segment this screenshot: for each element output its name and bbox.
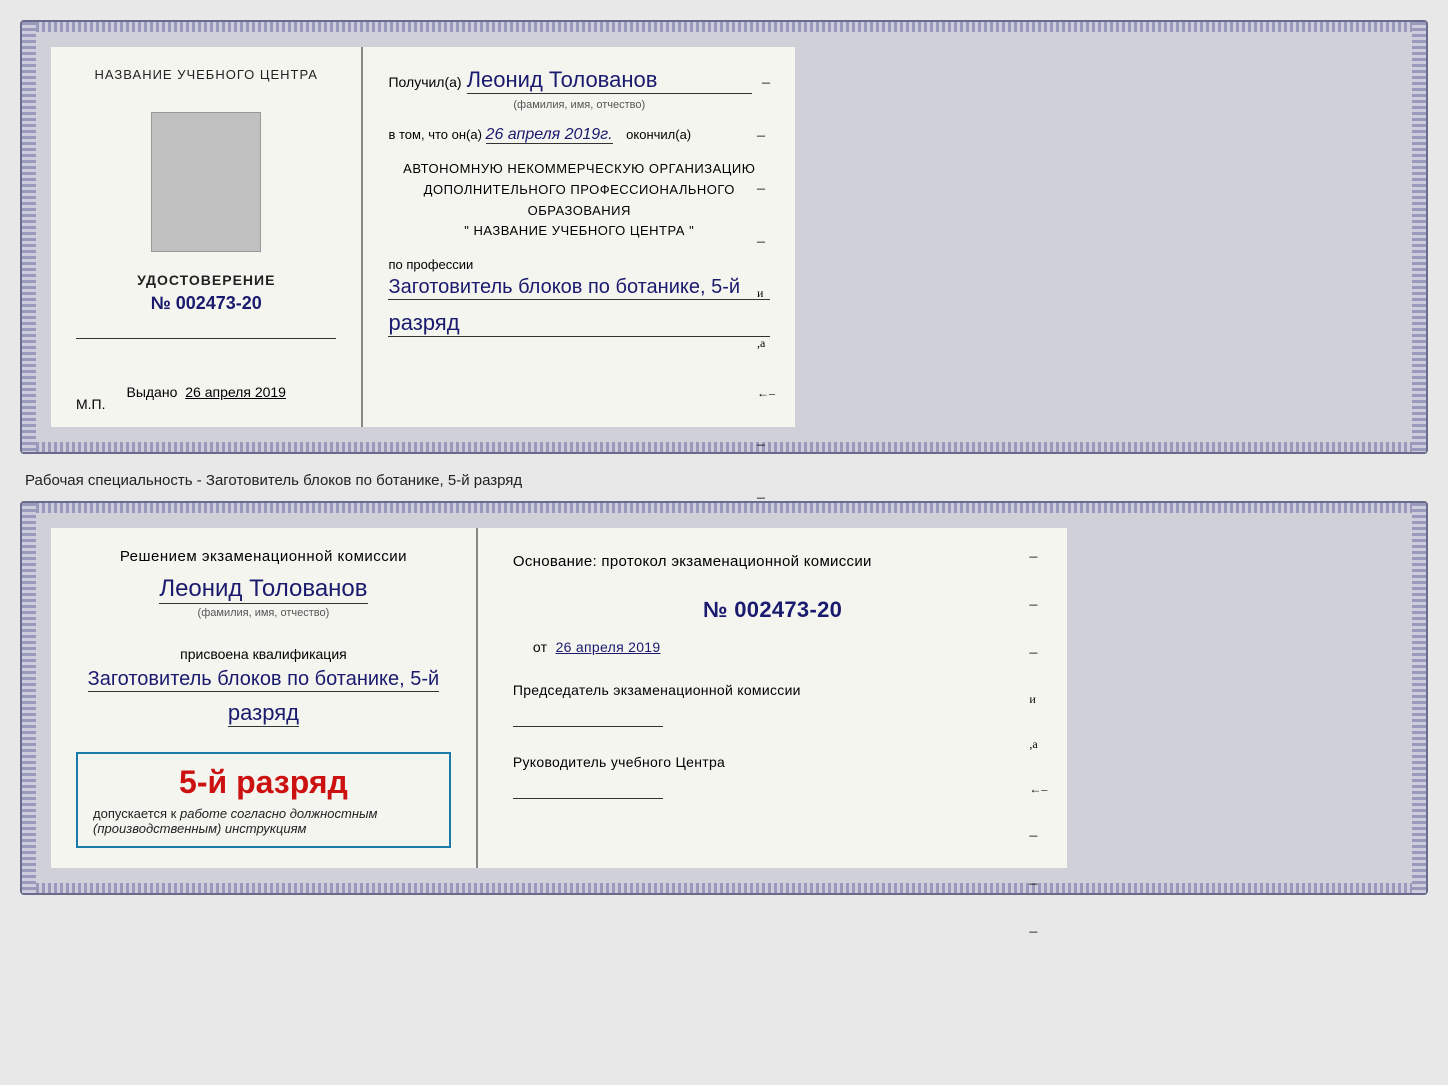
finished-label: окончил(а)	[626, 127, 691, 142]
photo-placeholder	[151, 112, 261, 252]
qualification-value: Заготовитель блоков по ботанике, 5-й	[88, 668, 440, 692]
from-date-value: 26 апреля 2019	[556, 639, 661, 655]
from-date-block: от 26 апреля 2019	[513, 635, 1032, 660]
protocol-number: № 002473-20	[513, 590, 1032, 630]
top-binding-strip	[36, 22, 1412, 32]
profession-value: Заготовитель блоков по ботанике, 5-й	[388, 276, 770, 300]
stamp-box: 5-й разряд допускается к работе согласно…	[76, 752, 451, 848]
right-edge-dashes: – – – и ,а ←– – – –	[757, 127, 775, 560]
fio-subtitle: (фамилия, имя, отчество)	[388, 99, 770, 111]
recipient-name: Леонид Толованов	[467, 67, 752, 94]
top-binding-strip-2	[36, 503, 1412, 513]
left-binding-strip-2	[22, 503, 36, 893]
recipient-line: Получил(а) Леонид Толованов –	[388, 67, 770, 94]
chairman-label: Председатель экзаменационной комиссии	[513, 680, 1032, 701]
doc2-left-panel: Решением экзаменационной комиссии Леонид…	[51, 528, 478, 868]
chairman-signature-line	[513, 726, 663, 727]
cert-number: № 002473-20	[151, 293, 262, 314]
specialty-caption: Рабочая специальность - Заготовитель бло…	[25, 472, 1428, 489]
issued-date: 26 апреля 2019	[185, 384, 286, 400]
director-block: Руководитель учебного Центра	[513, 752, 1032, 799]
doc2-right-panel: Основание: протокол экзаменационной коми…	[478, 528, 1067, 868]
right-binding-strip	[1412, 22, 1426, 452]
razryad-value: разряд	[388, 310, 770, 337]
doc1-inner: НАЗВАНИЕ УЧЕБНОГО ЦЕНТРА УДОСТОВЕРЕНИЕ №…	[51, 47, 795, 427]
cert-number-value: № 002473-20	[151, 293, 262, 313]
basis-label: Основание: протокол экзаменационной коми…	[513, 548, 1032, 575]
commission-text: Решением экзаменационной комиссии	[120, 548, 407, 565]
body-intro: в том, что он(а) 26 апреля 2019г. окончи…	[388, 126, 770, 144]
person-name: Леонид Толованов	[159, 575, 367, 604]
doc1-left-panel: НАЗВАНИЕ УЧЕБНОГО ЦЕНТРА УДОСТОВЕРЕНИЕ №…	[51, 47, 363, 427]
doc1-right-panel: Получил(а) Леонид Толованов – (фамилия, …	[363, 47, 795, 427]
profession-label: по профессии	[388, 257, 770, 272]
completion-date: 26 апреля 2019г.	[486, 126, 613, 144]
right-edge-dashes-2: – – – и ,а ←– – – –	[1029, 548, 1047, 941]
razryad-value-2: разряд	[228, 700, 299, 727]
fio-subtitle-2: (фамилия, имя, отчество)	[198, 607, 330, 619]
recipient-label: Получил(а)	[388, 74, 461, 90]
right-binding-strip-2	[1412, 503, 1426, 893]
cert-title: УДОСТОВЕРЕНИЕ	[137, 272, 275, 288]
chairman-block: Председатель экзаменационной комиссии	[513, 680, 1032, 727]
doc2-inner: Решением экзаменационной комиссии Леонид…	[51, 528, 1067, 868]
training-center-title: НАЗВАНИЕ УЧЕБНОГО ЦЕНТРА	[95, 67, 318, 82]
bottom-binding-strip	[36, 442, 1412, 452]
stamp-admit: допускается к работе согласно должностны…	[93, 806, 434, 836]
issued-label: Выдано 26 апреля 2019	[126, 384, 286, 400]
org-line1: АВТОНОМНУЮ НЕКОММЕРЧЕСКУЮ ОРГАНИЗАЦИЮ	[388, 159, 770, 180]
basis-section: Основание: протокол экзаменационной коми…	[513, 548, 1032, 799]
stamp-rank: 5-й разряд	[93, 764, 434, 801]
org-line2: ДОПОЛНИТЕЛЬНОГО ПРОФЕССИОНАЛЬНОГО ОБРАЗО…	[388, 180, 770, 222]
bottom-binding-strip-2	[36, 883, 1412, 893]
director-label: Руководитель учебного Центра	[513, 752, 1032, 773]
document-1: НАЗВАНИЕ УЧЕБНОГО ЦЕНТРА УДОСТОВЕРЕНИЕ №…	[20, 20, 1428, 454]
org-block: АВТОНОМНУЮ НЕКОММЕРЧЕСКУЮ ОРГАНИЗАЦИЮ ДО…	[388, 159, 770, 242]
signature-line	[76, 338, 336, 339]
left-binding-strip	[22, 22, 36, 452]
qualification-label: присвоена квалификация	[180, 646, 347, 662]
document-2: Решением экзаменационной комиссии Леонид…	[20, 501, 1428, 895]
mp-label: М.П.	[76, 396, 106, 412]
director-signature-line	[513, 798, 663, 799]
org-line3: " НАЗВАНИЕ УЧЕБНОГО ЦЕНТРА "	[388, 221, 770, 242]
